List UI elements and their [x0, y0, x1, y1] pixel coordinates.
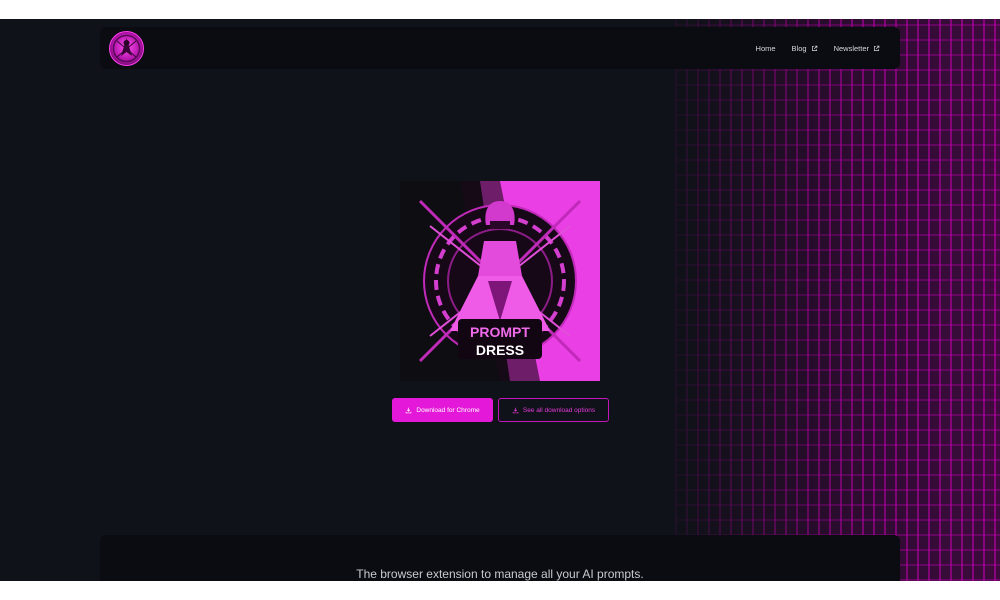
- external-link-icon: [874, 45, 880, 51]
- see-all-downloads-button[interactable]: See all download options: [498, 398, 609, 422]
- nav-link-label: Blog: [791, 43, 807, 53]
- download-icon: [406, 407, 412, 413]
- nav-link-label: Newsletter: [833, 43, 869, 53]
- artwork-title-top: PROMPT: [470, 324, 530, 340]
- intro-panel: The browser extension to manage all your…: [100, 535, 900, 581]
- download-chrome-button[interactable]: Download for Chrome: [392, 398, 493, 422]
- download-chrome-label: Download for Chrome: [416, 406, 480, 414]
- page-viewport: Home Blog Newsletter PROMPT DRESS Downlo…: [0, 19, 1000, 581]
- tagline: The browser extension to manage all your…: [356, 567, 644, 581]
- nav-link-newsletter[interactable]: Newsletter: [834, 44, 880, 53]
- hero-artwork: PROMPT DRESS: [400, 181, 600, 381]
- external-link-icon: [811, 45, 817, 51]
- artwork-title-bottom: DRESS: [476, 342, 524, 358]
- nav-link-label: Home: [755, 43, 776, 53]
- logo[interactable]: [109, 31, 144, 66]
- navbar: Home Blog Newsletter: [100, 27, 900, 69]
- nav-link-blog[interactable]: Blog: [792, 44, 818, 53]
- see-all-downloads-label: See all download options: [522, 406, 596, 414]
- nav-links: Home Blog Newsletter: [756, 27, 880, 69]
- hero-artwork-graphic: PROMPT DRESS: [418, 181, 600, 381]
- logo-icon: [112, 34, 141, 63]
- download-icon: [512, 407, 519, 413]
- download-actions: Download for Chrome See all download opt…: [392, 398, 609, 422]
- nav-link-home[interactable]: Home: [756, 44, 776, 53]
- circuit-pattern: [675, 19, 1000, 581]
